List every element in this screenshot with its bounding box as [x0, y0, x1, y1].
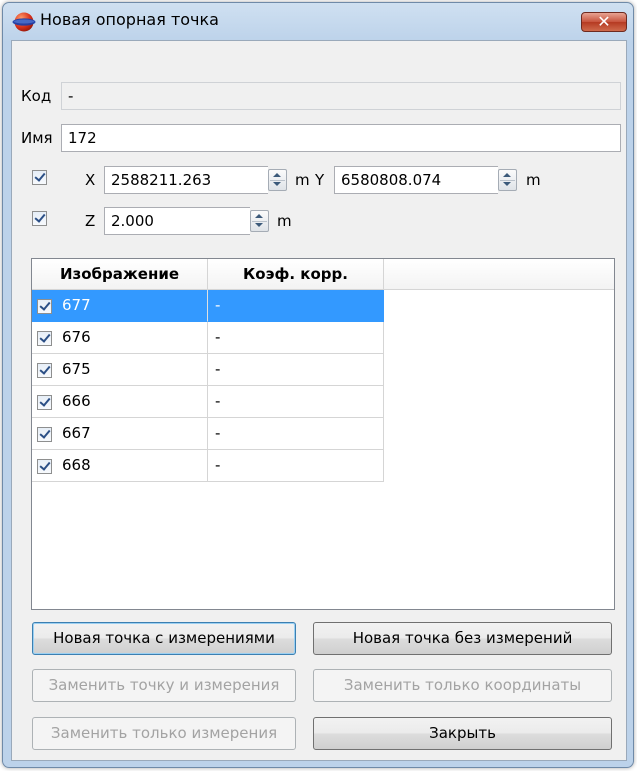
- y-unit-label: m: [526, 171, 541, 189]
- title-bar[interactable]: Новая опорная точка ✕: [3, 3, 633, 39]
- spin-down-icon: [503, 182, 511, 186]
- table-row[interactable]: 676 -: [32, 322, 384, 354]
- row-image-label: 668: [62, 456, 91, 474]
- z-spin-button[interactable]: [250, 210, 269, 232]
- row-image-label: 676: [62, 328, 91, 346]
- column-header-image[interactable]: Изображение: [32, 259, 208, 290]
- row-checkbox[interactable]: [37, 299, 52, 314]
- y-spin-button[interactable]: [498, 169, 517, 191]
- z-unit-label: m: [277, 212, 292, 230]
- images-table[interactable]: Изображение Коэф. корр. 677 - 676 - 675 …: [31, 258, 615, 610]
- row-image-label: 677: [62, 296, 91, 314]
- replace-measurements-only-button[interactable]: Заменить только измерения: [32, 717, 296, 750]
- column-header-coef[interactable]: Коэф. корр.: [208, 259, 384, 290]
- name-input[interactable]: 172: [61, 124, 621, 152]
- x-spin-button[interactable]: [268, 169, 287, 191]
- close-icon: ✕: [597, 12, 611, 31]
- x-label: X: [85, 171, 96, 189]
- table-row[interactable]: 666 -: [32, 386, 384, 418]
- row-checkbox[interactable]: [37, 331, 52, 346]
- sphere-globe-icon: [12, 12, 36, 32]
- z-enable-checkbox[interactable]: [32, 211, 47, 226]
- spin-up-icon: [273, 173, 281, 177]
- spin-down-icon: [273, 182, 281, 186]
- row-checkbox[interactable]: [37, 395, 52, 410]
- row-image-label: 675: [62, 360, 91, 378]
- z-coordinate-input[interactable]: 2.000: [104, 207, 250, 235]
- spin-up-icon: [503, 173, 511, 177]
- new-point-without-measurements-button[interactable]: Новая точка без измерений: [313, 622, 612, 655]
- replace-point-and-measurements-button[interactable]: Заменить точку и измерения: [32, 669, 296, 702]
- row-image-label: 666: [62, 392, 91, 410]
- code-field: -: [61, 82, 621, 110]
- row-checkbox[interactable]: [37, 427, 52, 442]
- dialog-window: Новая опорная точка ✕ Код - Имя 172 X 25…: [2, 2, 634, 768]
- row-coef-label: -: [208, 354, 384, 386]
- replace-coordinates-only-button[interactable]: Заменить только координаты: [313, 669, 612, 702]
- row-coef-label: -: [208, 290, 384, 322]
- name-label: Имя: [21, 129, 53, 147]
- new-point-with-measurements-button[interactable]: Новая точка с измерениями: [32, 622, 296, 655]
- x-coordinate-input[interactable]: 2588211.263: [104, 166, 268, 194]
- row-coef-label: -: [208, 386, 384, 418]
- table-row[interactable]: 668 -: [32, 450, 384, 482]
- x-unit-label: m: [295, 171, 310, 189]
- close-window-button[interactable]: ✕: [581, 12, 627, 32]
- table-row[interactable]: 675 -: [32, 354, 384, 386]
- close-button[interactable]: Закрыть: [313, 717, 612, 750]
- y-label: Y: [315, 171, 325, 189]
- code-label: Код: [21, 87, 52, 105]
- window-title: Новая опорная точка: [40, 10, 219, 29]
- z-label: Z: [85, 212, 96, 230]
- table-row[interactable]: 677 -: [32, 290, 384, 322]
- row-coef-label: -: [208, 418, 384, 450]
- table-row[interactable]: 667 -: [32, 418, 384, 450]
- spin-up-icon: [255, 214, 263, 218]
- row-coef-label: -: [208, 450, 384, 482]
- spin-down-icon: [255, 223, 263, 227]
- row-image-label: 667: [62, 424, 91, 442]
- column-header-empty: [384, 259, 614, 290]
- y-coordinate-input[interactable]: 6580808.074: [334, 166, 498, 194]
- xy-enable-checkbox[interactable]: [32, 170, 47, 185]
- row-checkbox[interactable]: [37, 363, 52, 378]
- row-coef-label: -: [208, 322, 384, 354]
- row-checkbox[interactable]: [37, 459, 52, 474]
